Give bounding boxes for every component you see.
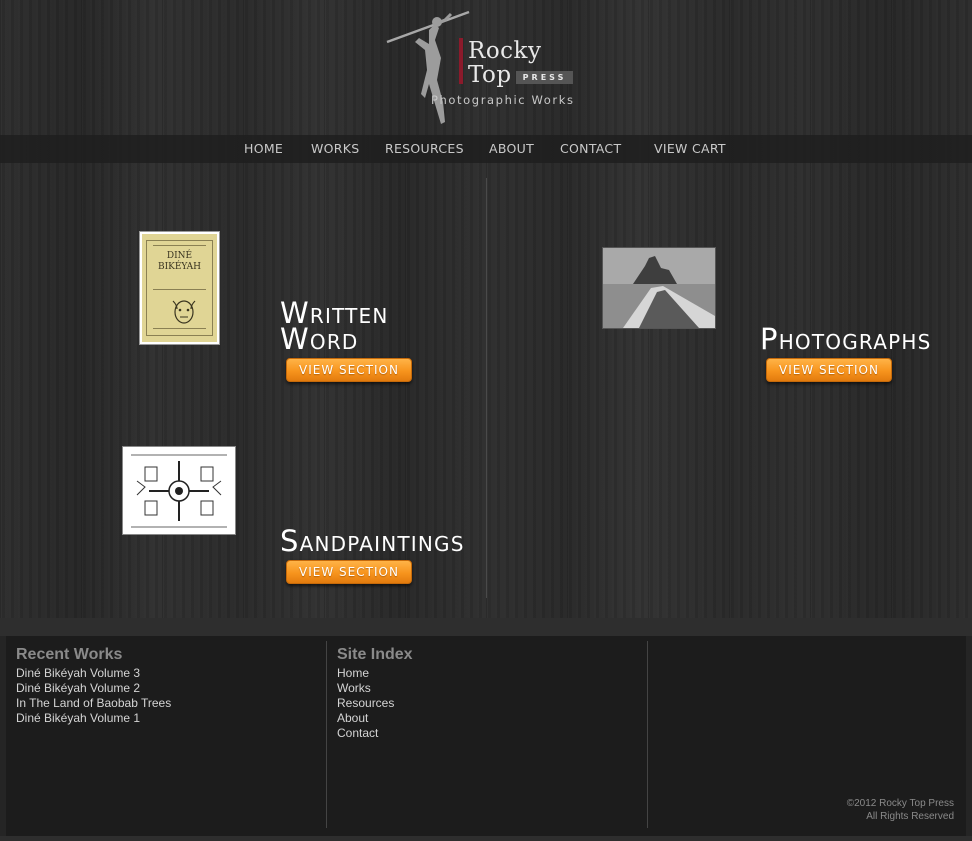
header: Rocky Top PRESS Photographic Works xyxy=(0,0,972,135)
written-word-thumbnail[interactable]: DINÉ BIKÉYAH xyxy=(139,231,220,345)
footer-band xyxy=(0,618,972,636)
logo-rocky: Rocky xyxy=(468,38,542,64)
cover-rule xyxy=(153,328,206,329)
recent-works-heading: Recent Works xyxy=(16,646,123,663)
site-index-heading: Site Index xyxy=(337,646,413,663)
book-cover-frame: DINÉ BIKÉYAH xyxy=(146,240,213,336)
site-index-link-works[interactable]: Works xyxy=(337,681,413,696)
recent-work-link[interactable]: Diné Bikéyah Volume 1 xyxy=(16,711,171,726)
sandpainting-image xyxy=(131,454,227,528)
nav-about[interactable]: ABOUT xyxy=(489,141,534,156)
photographs-view-button[interactable]: VIEW SECTION xyxy=(766,358,892,382)
footer-separator xyxy=(326,641,327,828)
landscape-photo-image xyxy=(603,248,715,328)
nav-resources[interactable]: RESOURCES xyxy=(385,141,464,156)
site-index-link-contact[interactable]: Contact xyxy=(337,726,413,741)
footer: Recent Works Diné Bikéyah Volume 3 Diné … xyxy=(6,636,966,836)
photographs-title-text: Photographs xyxy=(760,322,932,356)
logo-top: Top xyxy=(468,62,512,88)
sandpaintings-title: Sandpaintings xyxy=(280,524,465,558)
recent-work-link[interactable]: Diné Bikéyah Volume 3 xyxy=(16,666,171,681)
nav-contact[interactable]: CONTACT xyxy=(560,141,621,156)
copyright-line2: All Rights Reserved xyxy=(866,811,954,822)
cover-rule xyxy=(153,289,206,290)
nav-works[interactable]: WORKS xyxy=(311,141,360,156)
logo-bar xyxy=(459,38,463,84)
footer-separator xyxy=(647,641,648,828)
sandpaintings-view-button[interactable]: VIEW SECTION xyxy=(286,560,412,584)
recent-works-column: Recent Works Diné Bikéyah Volume 3 Diné … xyxy=(16,640,171,726)
copyright: ©2012 Rocky Top Press All Rights Reserve… xyxy=(847,797,954,823)
sandpaintings-title-text: Sandpaintings xyxy=(280,524,465,558)
mask-emblem-icon xyxy=(172,300,196,324)
logo-subtitle: Photographic Works xyxy=(431,93,575,107)
site-index-link-home[interactable]: Home xyxy=(337,666,413,681)
logo-press: PRESS xyxy=(516,71,573,84)
logo[interactable]: Rocky Top PRESS Photographic Works xyxy=(385,10,585,128)
recent-work-link[interactable]: Diné Bikéyah Volume 2 xyxy=(16,681,171,696)
copyright-line1: ©2012 Rocky Top Press xyxy=(846,798,954,809)
main-nav: HOME WORKS RESOURCES ABOUT CONTACT VIEW … xyxy=(0,135,972,163)
nav-view-cart[interactable]: VIEW CART xyxy=(654,141,726,156)
site-index-link-resources[interactable]: Resources xyxy=(337,696,413,711)
bottom-strip xyxy=(0,836,972,841)
nav-home[interactable]: HOME xyxy=(244,141,283,156)
book-cover-title: DINÉ BIKÉYAH xyxy=(157,251,202,272)
cover-rule xyxy=(153,245,206,246)
photographs-thumbnail[interactable] xyxy=(602,247,716,329)
site-index-link-about[interactable]: About xyxy=(337,711,413,726)
photographs-title: Photographs xyxy=(760,322,932,356)
recent-work-link[interactable]: In The Land of Baobab Trees xyxy=(16,696,171,711)
written-word-view-button[interactable]: VIEW SECTION xyxy=(286,358,412,382)
section-divider xyxy=(486,178,487,598)
site-index-column: Site Index Home Works Resources About Co… xyxy=(337,640,413,741)
written-word-title: Written Word xyxy=(280,299,389,354)
sandpaintings-thumbnail[interactable] xyxy=(122,446,236,535)
